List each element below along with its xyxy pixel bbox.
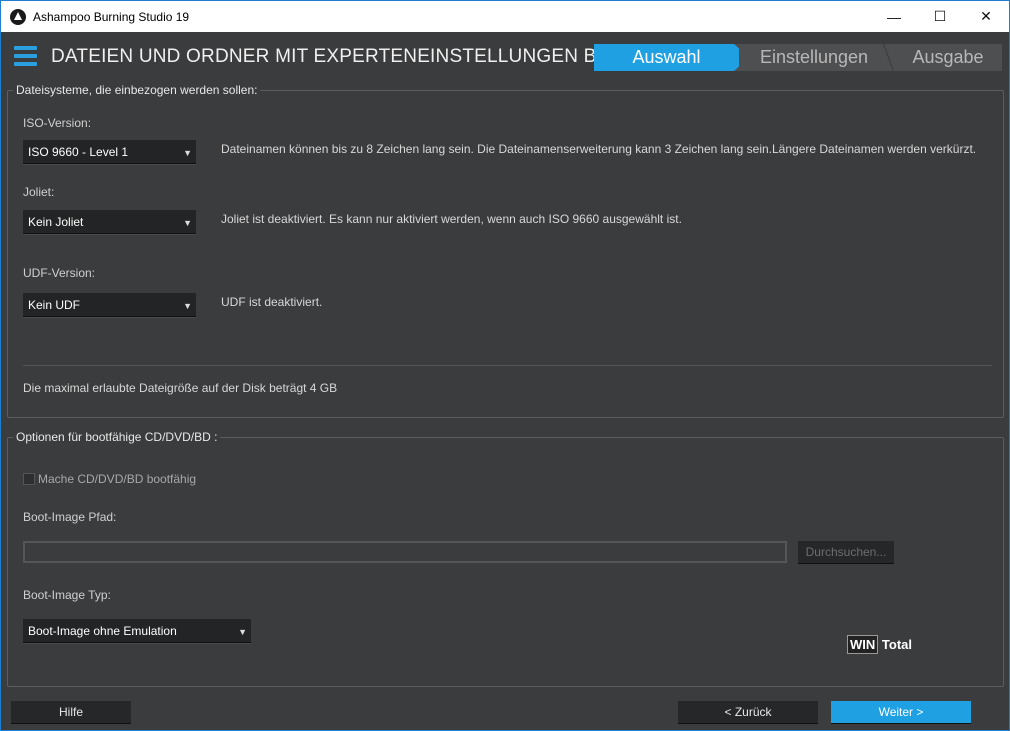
- title-bar: Ashampoo Burning Studio 19 — ☐ ✕: [1, 1, 1009, 32]
- step-auswahl[interactable]: Auswahl: [594, 44, 739, 71]
- browse-button[interactable]: Durchsuchen...: [798, 541, 894, 564]
- boot-type-dropdown[interactable]: Boot-Image ohne Emulation ▼: [23, 619, 251, 643]
- step-einstellungen[interactable]: Einstellungen: [744, 44, 884, 71]
- chevron-down-icon: ▼: [183, 148, 192, 158]
- back-button[interactable]: < Zurück: [678, 701, 818, 724]
- boot-path-input[interactable]: [23, 541, 787, 563]
- joliet-value: Kein Joliet: [28, 215, 84, 229]
- udf-version-dropdown[interactable]: Kein UDF ▼: [23, 293, 196, 317]
- chevron-down-icon: ▼: [238, 627, 247, 637]
- window-title: Ashampoo Burning Studio 19: [33, 9, 190, 24]
- max-size-note: Die maximal erlaubte Dateigröße auf der …: [23, 381, 338, 395]
- iso-version-dropdown[interactable]: ISO 9660 - Level 1 ▼: [23, 140, 196, 164]
- iso-value: ISO 9660 - Level 1: [28, 145, 129, 159]
- boot-type-value: Boot-Image ohne Emulation: [28, 624, 177, 638]
- udf-description: UDF ist deaktiviert.: [221, 295, 323, 309]
- maximize-button[interactable]: ☐: [917, 1, 963, 32]
- next-button[interactable]: Weiter >: [831, 701, 971, 724]
- joliet-description: Joliet ist deaktiviert. Es kann nur akti…: [221, 212, 682, 226]
- filesystems-group: Dateisysteme, die einbezogen werden soll…: [7, 83, 1004, 418]
- boot-path-label: Boot-Image Pfad:: [23, 510, 117, 524]
- bootable-checkbox[interactable]: [23, 473, 35, 485]
- chevron-down-icon: ▼: [183, 218, 192, 228]
- boot-legend: Optionen für bootfähige CD/DVD/BD :: [13, 430, 221, 444]
- help-button[interactable]: Hilfe: [11, 701, 131, 724]
- menu-icon[interactable]: [14, 46, 37, 66]
- minimize-button[interactable]: —: [871, 1, 917, 32]
- udf-value: Kein UDF: [28, 298, 81, 312]
- bootable-checkbox-label[interactable]: Mache CD/DVD/BD bootfähig: [38, 472, 196, 486]
- chevron-down-icon: ▼: [183, 301, 192, 311]
- iso-description: Dateinamen können bis zu 8 Zeichen lang …: [221, 142, 977, 156]
- iso-label: ISO-Version:: [23, 116, 92, 130]
- udf-label: UDF-Version:: [23, 266, 96, 280]
- wizard-steps: Auswahl Einstellungen Ausgabe: [594, 44, 1002, 71]
- header: DATEIEN UND ORDNER MIT EXPERTENEINSTELLU…: [1, 32, 1009, 84]
- divider: [23, 365, 992, 366]
- joliet-label: Joliet:: [23, 185, 55, 199]
- watermark-logo: WIN Total: [847, 635, 912, 654]
- joliet-dropdown[interactable]: Kein Joliet ▼: [23, 210, 196, 234]
- page-title: DATEIEN UND ORDNER MIT EXPERTENEINSTELLU…: [51, 46, 654, 67]
- close-button[interactable]: ✕: [963, 1, 1009, 32]
- filesystems-legend: Dateisysteme, die einbezogen werden soll…: [13, 83, 261, 97]
- boot-type-label: Boot-Image Typ:: [23, 588, 111, 602]
- step-ausgabe[interactable]: Ausgabe: [894, 44, 1002, 71]
- app-logo-icon: [10, 8, 26, 25]
